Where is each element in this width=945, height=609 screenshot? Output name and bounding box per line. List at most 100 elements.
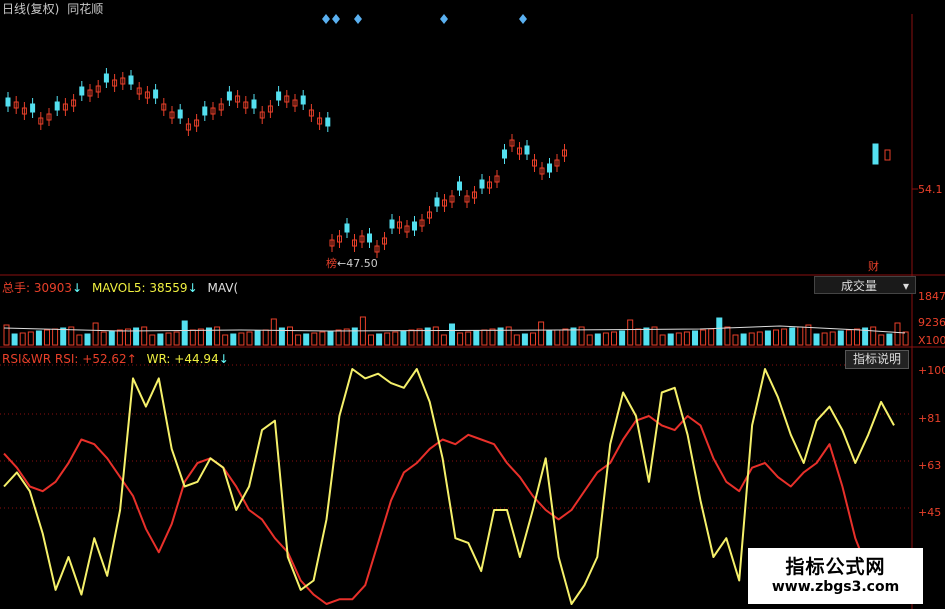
volume-bar	[319, 331, 326, 346]
rsi-value: +52.62	[82, 352, 127, 366]
rsi-label: RSI:	[54, 352, 79, 366]
volume-bar	[141, 326, 148, 346]
wr-value: +44.94	[174, 352, 219, 366]
volume-bar	[238, 332, 245, 346]
volume-legend: 总手: 30903↓ MAVOL5: 38559↓ MAV(	[2, 279, 238, 296]
volume-bar	[473, 330, 480, 346]
candle-body	[389, 219, 395, 229]
candle-body	[479, 179, 485, 189]
volume-bar	[619, 330, 626, 346]
volume-bar	[716, 317, 723, 346]
candle-body	[251, 99, 257, 109]
volume-bar	[870, 326, 877, 346]
indicator-axis-label-3: +63	[918, 459, 942, 472]
mavol10-label: MAV(	[207, 281, 239, 295]
volume-bar	[594, 333, 601, 346]
volume-bar	[586, 334, 593, 346]
chart-title: 日线(复权) 同花顺	[2, 0, 103, 17]
volume-bar	[52, 328, 59, 346]
volume-bar	[894, 322, 901, 346]
volume-bar	[189, 329, 196, 346]
volume-bar	[35, 330, 42, 346]
volume-bar	[173, 331, 180, 346]
volume-bar	[149, 334, 156, 346]
volume-bar	[19, 332, 26, 346]
volume-bar	[902, 331, 909, 346]
down-arrow-icon: ↓	[218, 352, 229, 366]
mavol5-value: 38559	[149, 281, 188, 295]
volume-bar	[246, 331, 253, 346]
volume-bar	[813, 333, 820, 346]
volume-bar	[440, 334, 447, 346]
volume-bar	[635, 328, 642, 346]
chart-canvas	[0, 14, 945, 609]
volume-bar	[521, 333, 528, 346]
indicator-axis-label-1: +100	[918, 364, 945, 377]
volume-bar	[797, 326, 804, 346]
signal-markers	[322, 14, 527, 24]
indicator-selector[interactable]: 成交量 ▾	[814, 276, 916, 294]
volume-bar	[878, 334, 885, 346]
volume-bar	[886, 333, 893, 346]
volume-bar	[100, 331, 107, 346]
volume-axis-label-2: 9236	[918, 316, 945, 329]
candle-body	[344, 223, 350, 233]
indicator-name: RSI&WR	[2, 352, 52, 366]
candle-body	[153, 89, 159, 99]
volume-bar	[659, 334, 666, 346]
indicator-help-button[interactable]: 指标说明	[845, 350, 909, 369]
volume-bar	[384, 332, 391, 346]
volume-bar	[675, 332, 682, 346]
volume-bar	[764, 330, 771, 346]
volume-bar	[781, 328, 788, 346]
candle-body	[128, 75, 134, 85]
down-arrow-icon: ↓	[72, 281, 83, 295]
wr-label: WR:	[146, 352, 171, 366]
candle-body	[202, 106, 208, 116]
candle-body	[226, 91, 232, 101]
volume-bar	[854, 328, 860, 346]
volume-bar	[44, 329, 50, 346]
volume-bar	[60, 327, 67, 346]
event-marker: 财	[868, 260, 879, 273]
candle-body	[79, 86, 85, 96]
volume-bar	[222, 334, 229, 346]
volume-bar	[376, 333, 383, 346]
candle-body	[325, 117, 331, 127]
volume-bar	[457, 332, 464, 346]
volume-bar	[400, 330, 407, 346]
volume-bar	[570, 327, 577, 346]
volume-bar	[611, 331, 617, 346]
volume-bar	[327, 330, 334, 346]
volume-bar	[449, 323, 455, 346]
volume-bar	[683, 331, 690, 346]
mavol5-label: MAVOL5:	[91, 281, 146, 295]
volume-bar	[554, 329, 561, 346]
candle-body	[276, 91, 282, 101]
volume-bar	[748, 332, 755, 346]
volume-bar	[287, 326, 293, 346]
volume-bar	[432, 326, 439, 346]
total-volume-value: 30903	[33, 281, 73, 295]
chevron-down-icon: ▾	[902, 279, 909, 293]
candle-body	[502, 149, 507, 159]
volume-bar	[27, 331, 34, 346]
volume-bar	[505, 326, 512, 346]
indicator-axis-label-4: +45	[918, 506, 942, 519]
volume-bar	[829, 331, 836, 346]
volume-bar	[513, 334, 520, 346]
volume-bar	[303, 333, 310, 346]
indicator-legend: RSI&WR RSI: +52.62↑ WR: +44.94↓	[2, 352, 229, 366]
volume-bar	[773, 329, 779, 346]
volume-bar	[643, 327, 650, 346]
diamond-marker	[332, 14, 340, 24]
volume-bar	[489, 328, 496, 346]
volume-bar	[76, 334, 83, 346]
volume-bar	[708, 328, 715, 346]
volume-bar	[11, 333, 18, 346]
watermark-title: 指标公式网	[785, 556, 886, 578]
volume-bar	[392, 331, 399, 346]
volume-bar	[416, 328, 423, 346]
candle-body	[367, 233, 372, 243]
volume-bar	[692, 330, 698, 346]
